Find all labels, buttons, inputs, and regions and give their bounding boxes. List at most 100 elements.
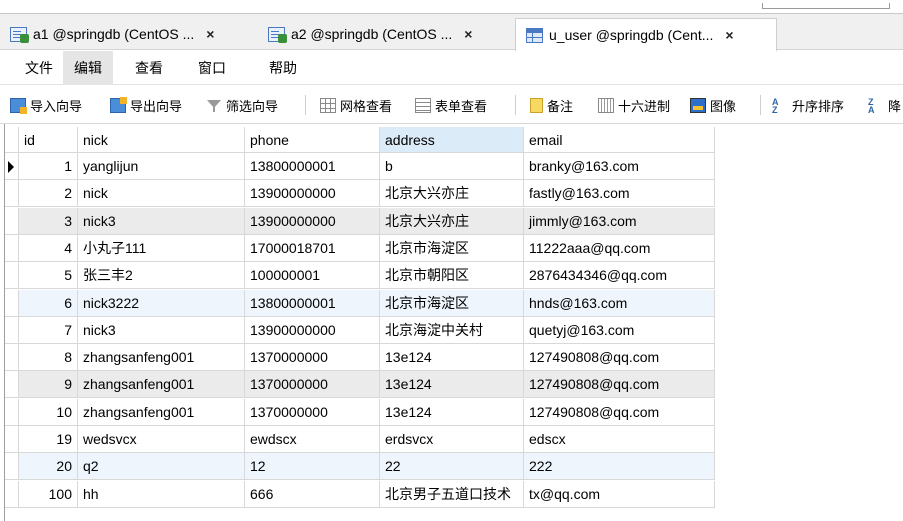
cell-nick[interactable]: wedsvcx [78,426,245,453]
cell-nick[interactable]: q2 [78,453,245,481]
cell-email[interactable]: 11222aaa@qq.com [524,234,715,262]
row-indicator-cell[interactable] [5,234,19,262]
cell-email[interactable]: tx@qq.com [524,480,715,508]
table-row[interactable]: 19 wedsvcx ewdscx erdsvcx edscx [5,426,715,453]
row-indicator-cell[interactable] [5,480,19,508]
cell-email[interactable]: 2876434346@qq.com [524,262,715,290]
cell-nick[interactable]: hh [78,480,245,508]
close-icon[interactable]: × [206,26,214,42]
image-button[interactable]: 图像 [690,86,736,123]
export-wizard-button[interactable]: 导出向导 [110,86,182,123]
memo-button[interactable]: 备注 [530,86,573,123]
cell-phone[interactable]: 1370000000 [245,398,380,426]
menu-view[interactable]: 查看 [124,51,174,85]
cell-email[interactable]: branky@163.com [524,153,715,180]
cell-id[interactable]: 6 [19,289,78,317]
cell-address[interactable]: erdsvcx [380,426,524,453]
cell-id[interactable]: 9 [19,371,78,399]
cell-address[interactable]: 北京大兴亦庄 [380,207,524,235]
tab-a1[interactable]: a1 @springdb (CentOS ... × [0,18,258,50]
menu-file[interactable]: 文件 [14,51,64,85]
cell-id[interactable]: 1 [19,153,78,180]
cell-phone[interactable]: 13800000001 [245,153,380,180]
cell-nick[interactable]: nick [78,180,245,208]
cell-phone[interactable]: 12 [245,453,380,481]
cell-phone[interactable]: 13900000000 [245,180,380,208]
cell-address[interactable]: 22 [380,453,524,481]
table-row[interactable]: 2 nick 13900000000 北京大兴亦庄 fastly@163.com [5,180,715,208]
cell-nick[interactable]: nick3222 [78,289,245,317]
cell-email[interactable]: 127490808@qq.com [524,371,715,399]
cell-phone[interactable]: 1370000000 [245,344,380,372]
cell-phone[interactable]: 13900000000 [245,316,380,344]
table-row[interactable]: 100 hh 666 北京男子五道口技术 tx@qq.com [5,480,715,508]
cell-email[interactable]: jimmly@163.com [524,207,715,235]
column-header-nick[interactable]: nick [78,127,245,153]
cell-email[interactable]: 127490808@qq.com [524,398,715,426]
cell-address[interactable]: 北京海淀中关村 [380,316,524,344]
column-header-id[interactable]: id [19,127,78,153]
cell-address[interactable]: 13e124 [380,344,524,372]
row-indicator-cell[interactable] [5,153,19,180]
row-indicator-cell[interactable] [5,453,19,481]
row-indicator-cell[interactable] [5,289,19,317]
cell-id[interactable]: 10 [19,398,78,426]
row-indicator-cell[interactable] [5,426,19,453]
cell-nick[interactable]: nick3 [78,316,245,344]
cell-nick[interactable]: 张三丰2 [78,262,245,290]
menu-help[interactable]: 帮助 [258,51,308,85]
row-indicator-cell[interactable] [5,180,19,208]
row-indicator-cell[interactable] [5,316,19,344]
row-indicator-cell[interactable] [5,262,19,290]
menu-window[interactable]: 窗口 [187,51,237,85]
tab-a2[interactable]: a2 @springdb (CentOS ... × [258,18,514,50]
table-row[interactable]: 20 q2 12 22 222 [5,453,715,481]
table-row[interactable]: 1 yanglijun 13800000001 b branky@163.com [5,153,715,180]
close-icon[interactable]: × [464,26,472,42]
row-indicator-cell[interactable] [5,371,19,399]
cell-address[interactable]: 北京市海淀区 [380,234,524,262]
column-header-phone[interactable]: phone [245,127,380,153]
cell-phone[interactable]: 13800000001 [245,289,380,317]
cell-id[interactable]: 19 [19,426,78,453]
table-row[interactable]: 8 zhangsanfeng001 1370000000 13e124 12749080… [5,344,715,372]
cell-phone[interactable]: 1370000000 [245,371,380,399]
cell-address[interactable]: 13e124 [380,371,524,399]
menu-edit[interactable]: 编辑 [63,51,113,85]
cell-id[interactable]: 3 [19,207,78,235]
cell-address[interactable]: 13e124 [380,398,524,426]
row-indicator-cell[interactable] [5,207,19,235]
cell-address[interactable]: 北京市朝阳区 [380,262,524,290]
sort-desc-button[interactable]: ZA 降 [868,86,901,123]
cell-id[interactable]: 100 [19,480,78,508]
cell-id[interactable]: 4 [19,234,78,262]
table-row[interactable]: 4 小丸子111 17000018701 北京市海淀区 11222aaa@qq.com [5,234,715,262]
table-row[interactable]: 3 nick3 13900000000 北京大兴亦庄 jimmly@163.com [5,207,715,235]
cell-email[interactable]: fastly@163.com [524,180,715,208]
hex-button[interactable]: 十六进制 [598,86,670,123]
cell-phone[interactable]: 100000001 [245,262,380,290]
cell-id[interactable]: 2 [19,180,78,208]
table-row[interactable]: 6 nick3222 13800000001 北京市海淀区 hnds@163.com [5,289,715,317]
cell-id[interactable]: 5 [19,262,78,290]
cell-phone[interactable]: 666 [245,480,380,508]
cell-id[interactable]: 7 [19,316,78,344]
table-row[interactable]: 9 zhangsanfeng001 1370000000 13e124 12749080… [5,371,715,399]
table-row[interactable]: 5 张三丰2 100000001 北京市朝阳区 2876434346@qq.com [5,262,715,290]
cell-address[interactable]: 北京市海淀区 [380,289,524,317]
column-header-address[interactable]: address [380,127,524,153]
cell-email[interactable]: 222 [524,453,715,481]
cell-address[interactable]: b [380,153,524,180]
cell-address[interactable]: 北京大兴亦庄 [380,180,524,208]
cell-email[interactable]: hnds@163.com [524,289,715,317]
close-icon[interactable]: × [725,27,733,43]
table-row[interactable]: 7 nick3 13900000000 北京海淀中关村 quetyj@163.com [5,316,715,344]
cell-nick[interactable]: zhangsanfeng001 [78,398,245,426]
cell-nick[interactable]: zhangsanfeng001 [78,344,245,372]
sort-asc-button[interactable]: AZ 升序排序 [772,86,844,123]
cell-nick[interactable]: yanglijun [78,153,245,180]
cell-address[interactable]: 北京男子五道口技术 [380,480,524,508]
cell-phone[interactable]: 13900000000 [245,207,380,235]
cell-phone[interactable]: 17000018701 [245,234,380,262]
cell-nick[interactable]: nick3 [78,207,245,235]
